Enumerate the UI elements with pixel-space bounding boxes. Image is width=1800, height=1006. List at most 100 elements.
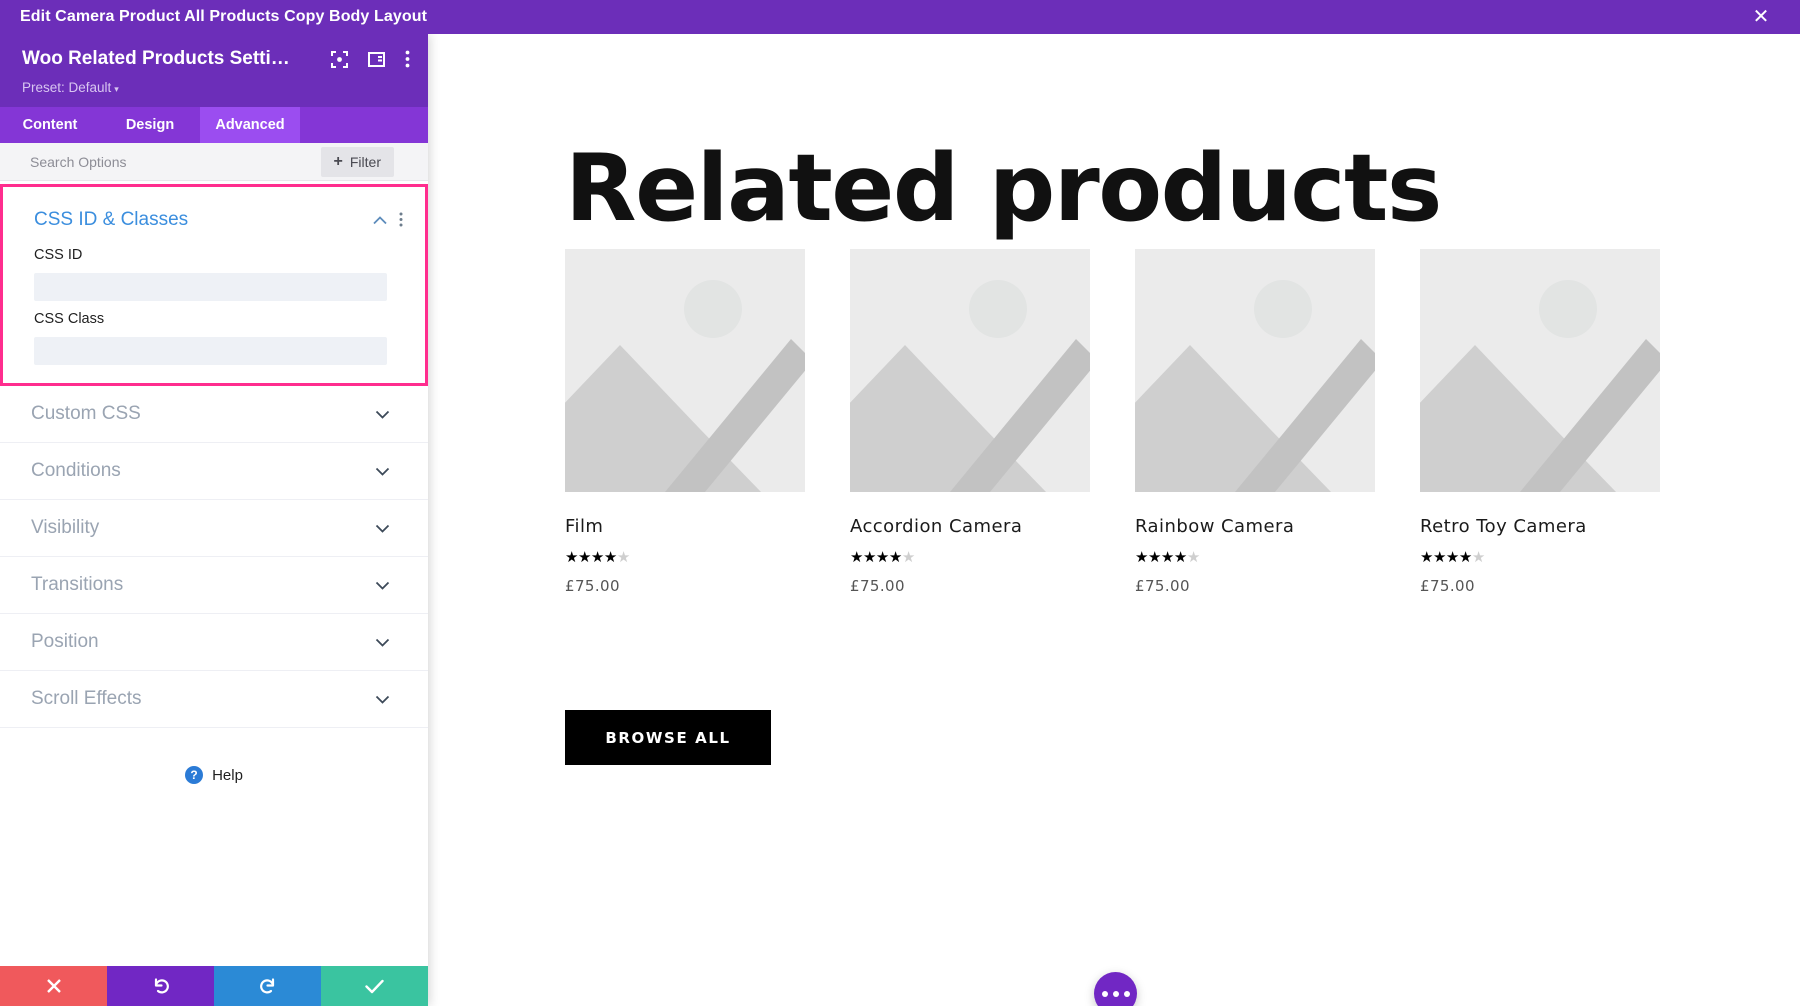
product-price: £75.00 (565, 577, 850, 595)
star-icon: ★ (591, 549, 604, 566)
product-name[interactable]: Retro Toy Camera (1420, 516, 1705, 537)
star-icon: ★ (1135, 549, 1148, 566)
product-name[interactable]: Film (565, 516, 850, 537)
group-title: Transitions (31, 574, 375, 596)
product-name[interactable]: Accordion Camera (850, 516, 1135, 537)
star-icon: ★ (1459, 549, 1472, 566)
page-title: Related products (565, 134, 1441, 242)
settings-header-icons (331, 50, 410, 68)
help-link[interactable]: ? Help (0, 766, 428, 784)
tab-advanced[interactable]: Advanced (200, 107, 300, 143)
more-options-icon[interactable] (405, 50, 410, 68)
save-button[interactable] (321, 966, 428, 1006)
star-icon: ★ (1420, 549, 1433, 566)
group-title: Conditions (31, 460, 375, 482)
product-rating-stars: ★★★★★ (850, 550, 1135, 565)
group-options-icon[interactable] (399, 212, 403, 229)
star-icon: ★ (1446, 549, 1459, 566)
settings-tab-bar: Content Design Advanced (0, 107, 428, 143)
product-image-placeholder-icon[interactable] (565, 249, 805, 492)
filter-button-label: Filter (350, 154, 381, 170)
settings-header-row: Woo Related Products Setti… (0, 44, 428, 74)
preset-selector[interactable]: Preset: Default▾ (0, 74, 428, 95)
search-options-input[interactable] (0, 154, 321, 170)
tab-label: Advanced (215, 117, 284, 133)
top-bar-title: Edit Camera Product All Products Copy Bo… (20, 8, 427, 26)
product-price: £75.00 (1420, 577, 1705, 595)
star-icon: ★ (850, 549, 863, 566)
star-icon: ★ (1187, 549, 1200, 566)
field-label: CSS Class (34, 311, 387, 327)
tab-design[interactable]: Design (100, 107, 200, 143)
group-title: Position (31, 631, 375, 653)
group-conditions[interactable]: Conditions (0, 443, 428, 500)
more-actions-fab[interactable] (1094, 972, 1137, 1006)
preset-label: Preset: Default (22, 80, 111, 95)
search-options-row: + Filter (0, 143, 428, 181)
chevron-down-icon[interactable] (375, 577, 390, 593)
chevron-down-icon[interactable] (375, 691, 390, 707)
field-css-id: CSS ID (3, 237, 425, 301)
undo-button[interactable] (107, 966, 214, 1006)
product-card[interactable]: Film★★★★★£75.00 (565, 249, 850, 595)
group-fields: CSS ID CSS Class (3, 237, 425, 365)
filter-button[interactable]: + Filter (321, 147, 394, 177)
group-title: CSS ID & Classes (34, 209, 373, 231)
product-price: £75.00 (850, 577, 1135, 595)
help-label: Help (212, 767, 243, 784)
star-icon: ★ (1148, 549, 1161, 566)
chevron-down-icon[interactable] (375, 406, 390, 422)
module-settings-title: Woo Related Products Setti… (22, 48, 319, 70)
browse-all-button[interactable]: BROWSE ALL (565, 710, 771, 765)
close-icon[interactable]: ✕ (1744, 0, 1778, 34)
field-input[interactable] (34, 273, 387, 301)
redo-button[interactable] (214, 966, 321, 1006)
product-card[interactable]: Accordion Camera ★★★★★ £75.00 (850, 249, 1135, 595)
product-image-placeholder-icon[interactable] (1420, 249, 1660, 492)
chevron-down-icon[interactable] (375, 520, 390, 536)
group-css-id-and-classes-header[interactable]: CSS ID & Classes (3, 187, 425, 237)
star-icon: ★ (604, 549, 617, 566)
star-icon: ★ (578, 549, 591, 566)
settings-action-bar (0, 966, 428, 1006)
panel-layout-icon[interactable] (368, 52, 385, 67)
product-image-placeholder-icon[interactable] (850, 249, 1090, 492)
star-icon: ★ (902, 549, 915, 566)
group-transitions[interactable]: Transitions (0, 557, 428, 614)
chevron-down-icon[interactable] (375, 634, 390, 650)
group-scroll-effects[interactable]: Scroll Effects (0, 671, 428, 728)
settings-panel-body: CSS ID & Classes CSS ID CSS Class Custom … (0, 181, 428, 966)
group-position[interactable]: Position (0, 614, 428, 671)
chevron-down-icon: ▾ (114, 84, 119, 94)
star-icon: ★ (565, 549, 578, 566)
star-icon: ★ (863, 549, 876, 566)
tab-label: Content (23, 117, 78, 133)
plus-icon: + (334, 154, 343, 170)
chevron-down-icon[interactable] (375, 463, 390, 479)
star-icon: ★ (617, 549, 630, 566)
group-css-id-and-classes: CSS ID & Classes CSS ID CSS Class (0, 184, 428, 386)
module-settings-panel: Woo Related Products Setti… (0, 34, 428, 1006)
fab-dot-2 (1113, 991, 1119, 997)
chevron-up-icon[interactable] (373, 213, 387, 228)
focus-mode-icon[interactable] (331, 51, 348, 68)
cancel-button[interactable] (0, 966, 107, 1006)
field-input[interactable] (34, 337, 387, 365)
group-title: Visibility (31, 517, 375, 539)
field-css-class: CSS Class (3, 301, 425, 365)
tab-label: Design (126, 117, 174, 133)
group-visibility[interactable]: Visibility (0, 500, 428, 557)
related-products-grid: Film★★★★★£75.00Accordion Camera★★★★★£75.… (565, 249, 1755, 595)
group-custom-css[interactable]: Custom CSS (0, 386, 428, 443)
settings-panel-header: Woo Related Products Setti… (0, 34, 428, 107)
product-name[interactable]: Rainbow Camera (1135, 516, 1420, 537)
product-rating-stars: ★★★★★ (1420, 550, 1705, 565)
wp-admin-top-bar: Edit Camera Product All Products Copy Bo… (0, 0, 1800, 34)
product-image-placeholder-icon[interactable] (1135, 249, 1375, 492)
product-card[interactable]: Rainbow Camera★★★★★£75.00 (1135, 249, 1420, 595)
group-title: Scroll Effects (31, 688, 375, 710)
product-card[interactable]: Retro Toy Camera ★★★★★ £75.00 (1420, 249, 1705, 595)
product-rating-stars: ★★★★★ (565, 550, 850, 565)
star-icon: ★ (876, 549, 889, 566)
tab-content[interactable]: Content (0, 107, 100, 143)
